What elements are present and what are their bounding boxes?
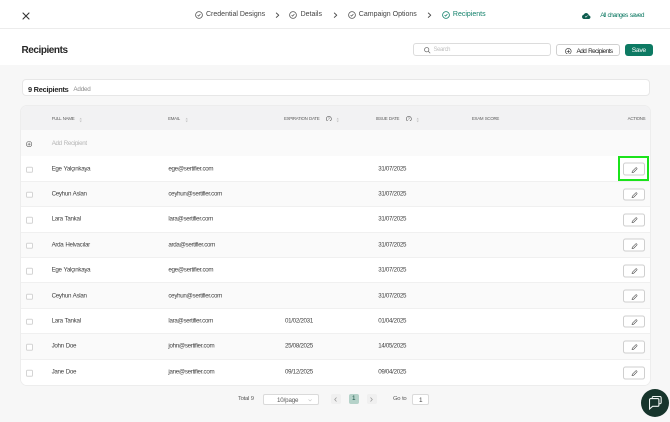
svg-text:?: ? [408,117,410,121]
svg-text:?: ? [328,117,330,121]
